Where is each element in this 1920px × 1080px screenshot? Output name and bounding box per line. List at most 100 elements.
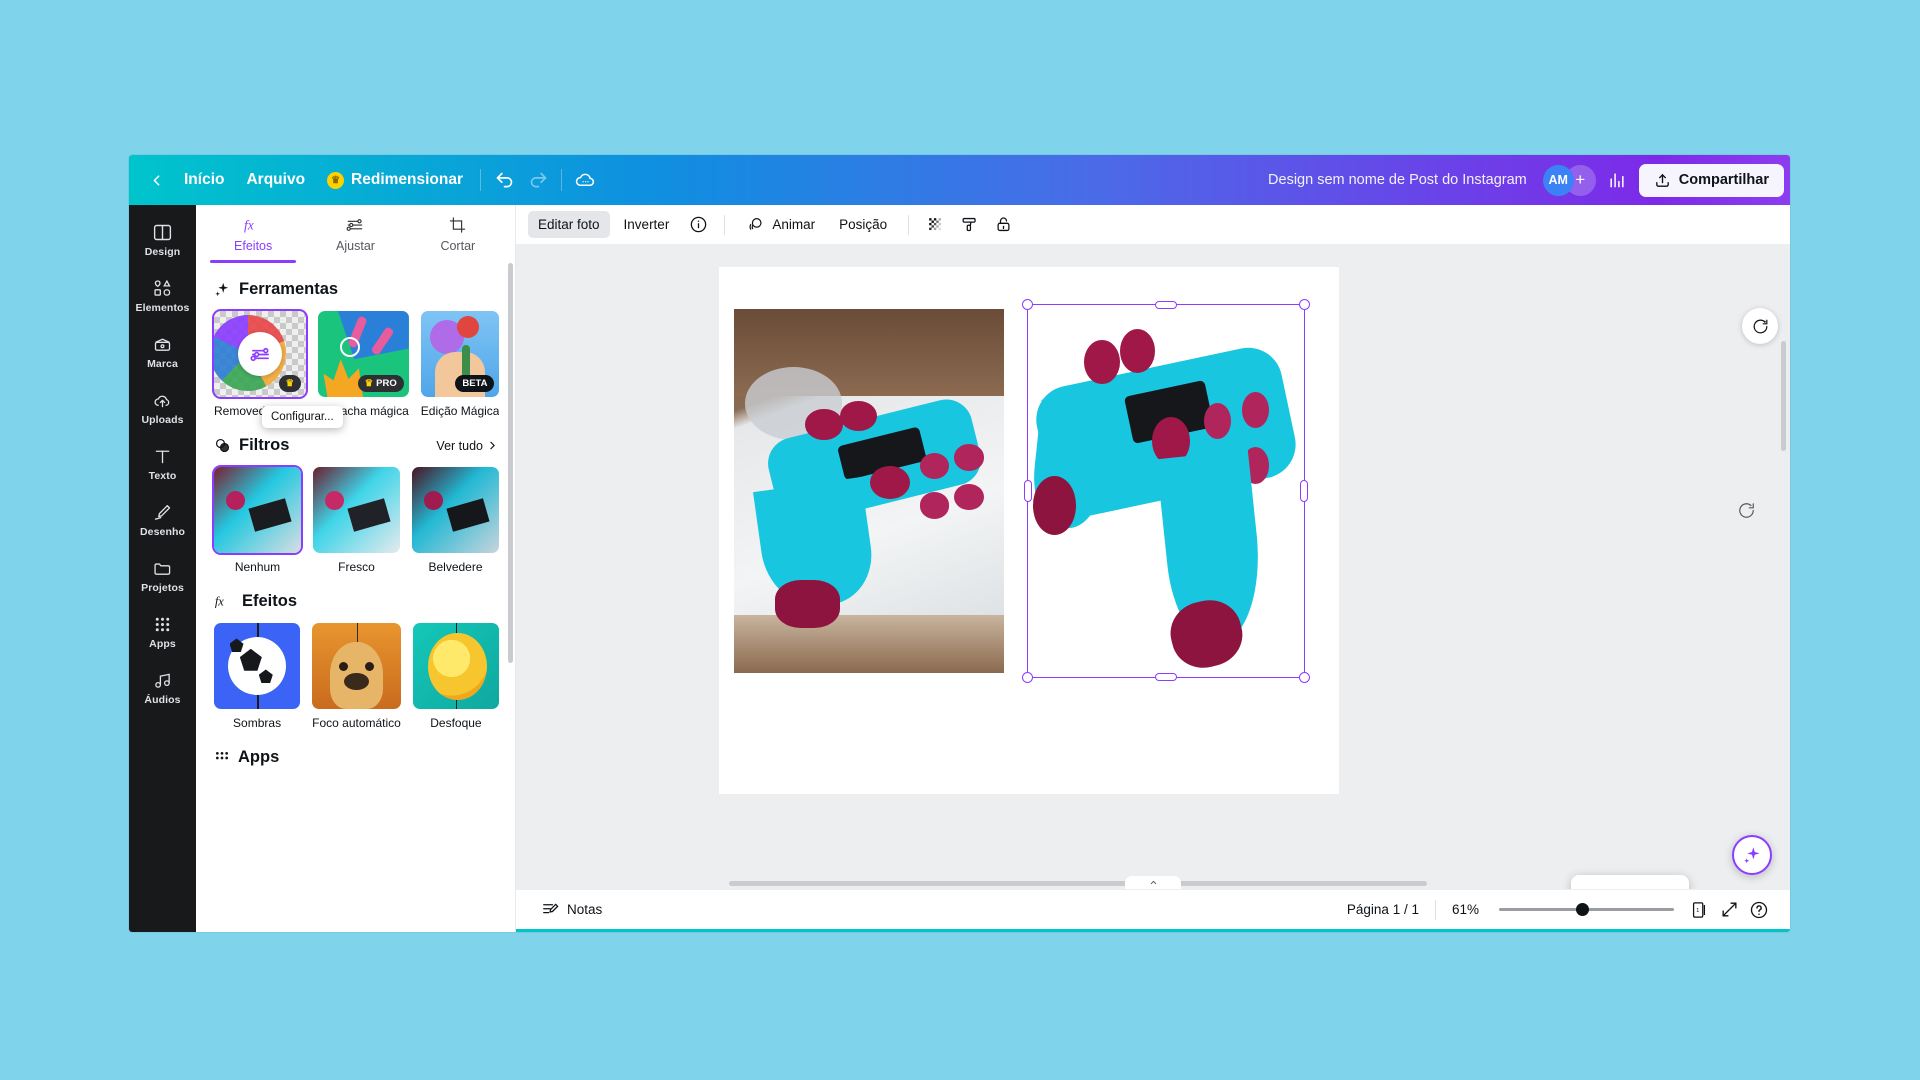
design-page[interactable] xyxy=(719,267,1339,794)
sidebar-item-desenho[interactable]: Desenho xyxy=(133,493,192,545)
photo-original[interactable] xyxy=(734,309,1004,673)
page-grid-icon[interactable]: 1 xyxy=(1684,895,1714,925)
share-button[interactable]: Compartilhar xyxy=(1638,163,1784,197)
sidebar-item-label: Apps xyxy=(149,638,176,650)
filters-icon xyxy=(215,438,230,453)
cloud-saved-icon[interactable] xyxy=(568,163,602,197)
filter-card-nenhum[interactable]: Nenhum xyxy=(214,467,301,574)
tools-grid: ♛ Removedor de ... ♛ PRO Borracha mágica… xyxy=(214,311,500,418)
filter-thumbnail xyxy=(412,467,499,553)
section-title: Apps xyxy=(238,748,280,766)
design-layout-icon xyxy=(152,222,173,243)
share-upload-icon xyxy=(1655,173,1669,187)
resize-handle-bottom-right[interactable] xyxy=(1299,672,1310,683)
tool-card-magic-edit[interactable]: BETA Edição Mágica xyxy=(420,311,500,418)
fullscreen-icon[interactable] xyxy=(1714,895,1744,925)
refresh-icon[interactable] xyxy=(1728,492,1764,528)
draw-pen-icon xyxy=(152,502,173,523)
transparency-icon[interactable] xyxy=(920,210,950,240)
canvas-vertical-scrollbar[interactable] xyxy=(1781,253,1788,873)
effects-section-header: fx Efeitos xyxy=(214,592,499,611)
tool-card-magic-eraser[interactable]: ♛ PRO Borracha mágica xyxy=(318,311,409,418)
zoom-knob[interactable] xyxy=(1576,903,1589,916)
effect-thumbnail xyxy=(214,623,301,709)
sidebar-item-label: Projetos xyxy=(141,582,184,594)
sidebar-item-elementos[interactable]: Elementos xyxy=(133,269,192,321)
effect-card-desfoque[interactable]: Desfoque xyxy=(412,623,499,730)
effect-card-foco-automatico[interactable]: Foco automático xyxy=(312,623,401,730)
sidebar-item-audios[interactable]: Áudios xyxy=(133,661,192,713)
resize-label: Redimensionar xyxy=(351,171,464,188)
tool-card-bg-remover[interactable]: ♛ Removedor de ... xyxy=(214,311,307,418)
section-title: Filtros xyxy=(239,436,290,454)
sparkle-icon xyxy=(215,282,229,297)
resize-button[interactable]: ♛ Redimensionar xyxy=(316,164,474,196)
back-button[interactable] xyxy=(139,163,173,197)
sidebar-item-design[interactable]: Design xyxy=(133,213,192,265)
info-icon[interactable] xyxy=(683,210,713,240)
insights-icon[interactable] xyxy=(1600,163,1634,197)
see-all-filters-link[interactable]: Ver tudo xyxy=(436,439,499,453)
magic-sparkle-icon[interactable] xyxy=(1732,835,1772,875)
editor-area: Editar foto Inverter Animar Posição Nota… xyxy=(516,205,1790,932)
selection-box[interactable] xyxy=(1022,299,1310,683)
filter-thumbnail xyxy=(214,467,301,553)
tools-section-header: Ferramentas xyxy=(214,280,499,299)
badge-label: BETA xyxy=(462,378,488,389)
scroll-thumb[interactable] xyxy=(1781,341,1786,451)
resize-handle-bottom[interactable] xyxy=(1155,673,1177,681)
effect-card-sombras[interactable]: Sombras xyxy=(214,623,301,730)
tab-efeitos[interactable]: fx Efeitos xyxy=(202,205,304,263)
zoom-level-label[interactable]: 61% xyxy=(1442,902,1489,917)
filter-label: Belvedere xyxy=(428,560,483,574)
resize-handle-top-right[interactable] xyxy=(1299,299,1310,310)
undo-button[interactable] xyxy=(487,163,521,197)
tab-ajustar[interactable]: Ajustar xyxy=(304,205,406,262)
tab-cortar[interactable]: Cortar xyxy=(407,205,509,262)
sidebar-item-projetos[interactable]: Projetos xyxy=(133,549,192,601)
zoom-slider[interactable] xyxy=(1499,901,1674,919)
flip-button[interactable]: Inverter xyxy=(614,211,680,238)
filter-label: Fresco xyxy=(338,560,375,574)
redo-button[interactable] xyxy=(521,163,555,197)
sidebar-item-apps[interactable]: Apps xyxy=(133,605,192,657)
divider xyxy=(724,214,726,235)
sidebar-item-uploads[interactable]: Uploads xyxy=(133,381,192,433)
edit-photo-button[interactable]: Editar foto xyxy=(528,211,610,238)
sidebar-item-marca[interactable]: Marca xyxy=(133,325,192,377)
filter-card-fresco[interactable]: Fresco xyxy=(313,467,400,574)
file-menu-button[interactable]: Arquivo xyxy=(235,164,316,196)
page-indicator[interactable]: Página 1 / 1 xyxy=(1337,902,1429,917)
svg-text:fx: fx xyxy=(215,595,224,609)
resize-handle-top-left[interactable] xyxy=(1022,299,1033,310)
sidebar-item-texto[interactable]: Texto xyxy=(133,437,192,489)
tool-thumbnail: ♛ xyxy=(214,311,307,397)
pro-badge: ♛ PRO xyxy=(357,375,404,392)
panel-scrollbar[interactable] xyxy=(508,263,513,663)
scroll-thumb[interactable] xyxy=(729,880,1428,886)
paint-roller-icon[interactable] xyxy=(954,210,984,240)
resize-handle-bottom-left[interactable] xyxy=(1022,672,1033,683)
filter-card-belvedere[interactable]: Belvedere xyxy=(412,467,499,574)
resize-handle-right[interactable] xyxy=(1300,480,1308,502)
notes-button[interactable]: Notas xyxy=(532,894,611,925)
apps-grid-icon xyxy=(216,751,228,759)
rotate-icon[interactable] xyxy=(1742,308,1778,344)
document-title[interactable]: Design sem nome de Post do Instagram xyxy=(1258,166,1537,194)
help-icon[interactable] xyxy=(1744,895,1774,925)
divider xyxy=(1434,899,1436,920)
resize-handle-top[interactable] xyxy=(1155,301,1177,309)
editor-body: Design Elementos Marca Uploads Texto Des… xyxy=(129,205,1790,932)
apps-section-header: Apps xyxy=(214,748,499,767)
home-button[interactable]: Início xyxy=(173,164,235,196)
sidebar-item-label: Elementos xyxy=(135,302,190,314)
canvas-viewport[interactable] xyxy=(516,245,1790,889)
position-button[interactable]: Posição xyxy=(829,211,897,238)
lock-icon[interactable] xyxy=(988,210,1018,240)
tab-label: Ajustar xyxy=(336,239,375,253)
effects-grid: Sombras Foco automático Desfoque xyxy=(214,623,499,730)
animate-button[interactable]: Animar xyxy=(736,209,825,240)
resize-handle-left[interactable] xyxy=(1024,480,1032,502)
avatar[interactable]: AM xyxy=(1542,164,1574,196)
collapse-panel-button[interactable] xyxy=(1125,876,1181,889)
